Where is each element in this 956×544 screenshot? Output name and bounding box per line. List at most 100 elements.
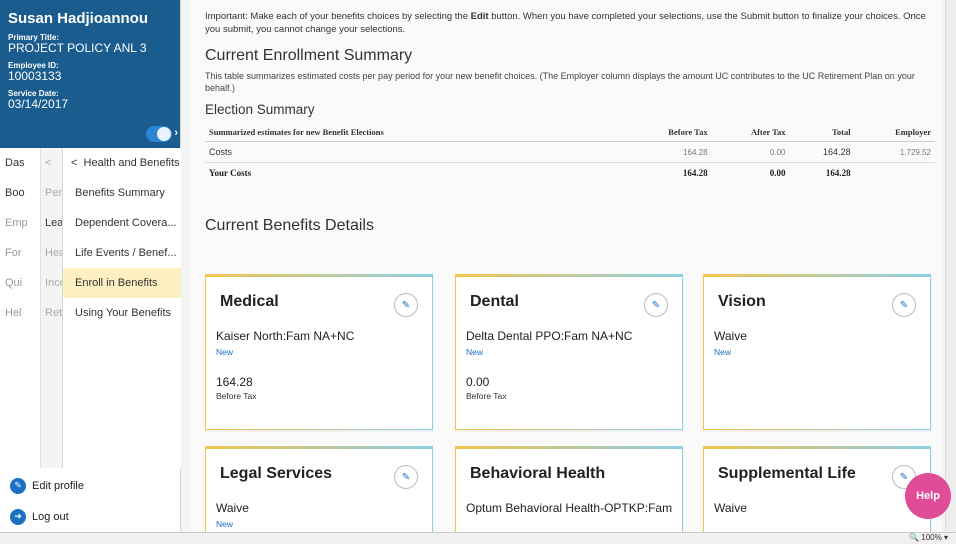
service-date: 03/14/2017	[8, 97, 69, 111]
vertical-scrollbar[interactable]	[945, 0, 956, 532]
cell-before-tax: 164.28	[682, 168, 708, 178]
nav-column-main: Das Boo Emp For Qui Hel	[0, 148, 40, 468]
zoom-level: 100%	[921, 533, 942, 542]
nav-item-using-benefits[interactable]: Using Your Benefits	[63, 298, 181, 328]
nav-column-health: < Health and Benefits Benefits Summary D…	[62, 148, 181, 468]
card-plan: Waive	[714, 329, 747, 343]
important-notice: Important: Make each of your benefits ch…	[205, 10, 927, 36]
main-content: Important: Make each of your benefits ch…	[191, 0, 941, 532]
profile-panel: Susan Hadjioannou Primary Title: PROJECT…	[0, 0, 180, 148]
nav-item-leave[interactable]: Leav	[41, 208, 62, 238]
card-new-label: New	[216, 347, 234, 357]
card-tax: Before Tax	[216, 391, 257, 401]
benefits-details-title: Current Benefits Details	[205, 217, 374, 234]
card-medical: Medical ✎ Kaiser North:Fam NA+NC New 164…	[205, 274, 433, 430]
chevron-right-icon: ›	[174, 127, 178, 139]
pencil-icon: ✎	[401, 471, 411, 483]
pencil-icon: ✎	[401, 299, 411, 311]
col-header-after-tax: After Tax	[711, 123, 790, 142]
log-out-label: Log out	[32, 510, 69, 523]
nav-item-dashboard[interactable]: Das	[0, 148, 40, 178]
edit-button[interactable]: ✎	[892, 293, 916, 317]
logout-icon: ➜	[10, 508, 26, 525]
card-plan: Kaiser North:Fam NA+NC	[216, 329, 355, 343]
chevron-left-icon: <	[71, 157, 84, 169]
edit-button[interactable]: ✎	[394, 465, 418, 489]
nav-item-help[interactable]: Hel	[0, 298, 40, 328]
card-new-label: New	[466, 347, 484, 357]
edit-button[interactable]: ✎	[644, 293, 668, 317]
enrollment-summary-title: Current Enrollment Summary	[205, 47, 413, 64]
primary-title: PROJECT POLICY ANL 3	[8, 41, 147, 55]
nav-header-health-benefits[interactable]: < Health and Benefits	[63, 148, 181, 178]
pencil-icon: ✎	[899, 299, 909, 311]
edit-button[interactable]: ✎	[394, 293, 418, 317]
nav-back-icon[interactable]: <	[41, 148, 62, 178]
cell-total: 164.28	[789, 141, 855, 163]
card-plan: Waive	[714, 501, 747, 515]
nav-item-benefits-summary[interactable]: Benefits Summary	[63, 178, 181, 208]
col-header-description: Summarized estimates for new Benefit Ele…	[205, 123, 625, 142]
employee-id: 10003133	[8, 69, 62, 83]
col-header-before-tax: Before Tax	[625, 123, 712, 142]
pencil-icon: ✎	[899, 471, 909, 483]
card-title: Behavioral Health	[470, 465, 606, 482]
edit-profile-label: Edit profile	[32, 479, 84, 492]
nav-header-label: Health and Benefits	[83, 157, 180, 169]
nav-item-quick[interactable]: Qui	[0, 268, 40, 298]
nav-item-forms[interactable]: For	[0, 238, 40, 268]
nav-column-sub: < Pers Leav Hea Inco Reti	[40, 148, 62, 468]
help-button[interactable]: Help	[905, 473, 951, 519]
election-summary-table: Summarized estimates for new Benefit Ele…	[205, 123, 935, 183]
status-bar: 🔍 100% ▾	[0, 532, 956, 544]
cell-before-tax: 164.28	[625, 141, 712, 163]
card-plan: Waive	[216, 501, 249, 515]
card-amount: 164.28	[216, 375, 253, 389]
nav-item-income[interactable]: Inco	[41, 268, 62, 298]
card-behavioral: Behavioral Health Optum Behavioral Healt…	[455, 446, 683, 532]
card-plan: Delta Dental PPO:Fam NA+NC	[466, 329, 633, 343]
enrollment-summary-desc: This table summarizes estimated costs pe…	[205, 71, 915, 93]
notice-text-pre: Important: Make each of your benefits ch…	[205, 11, 471, 22]
magnifier-icon: 🔍	[909, 533, 920, 542]
cell-after-tax: 0.00	[769, 168, 786, 178]
col-header-employer: Employer	[854, 123, 935, 142]
bottom-links: ✎ Edit profile ➜ Log out	[0, 470, 181, 532]
cell-after-tax: 0.00	[711, 141, 790, 163]
notice-text-edit: Edit	[470, 11, 489, 22]
nav-item-life-events[interactable]: Life Events / Benef...	[63, 238, 181, 268]
cell-label: Costs	[205, 141, 625, 163]
table-header-row: Summarized estimates for new Benefit Ele…	[205, 123, 935, 142]
nav-item-enroll-benefits[interactable]: Enroll in Benefits	[63, 268, 181, 298]
pencil-icon: ✎	[10, 477, 26, 494]
profile-toggle[interactable]: ›	[146, 126, 178, 142]
edit-profile-link[interactable]: ✎ Edit profile	[0, 470, 181, 501]
nav-item-health[interactable]: Hea	[41, 238, 62, 268]
pencil-icon: ✎	[651, 299, 661, 311]
election-summary-title: Election Summary	[205, 102, 315, 117]
nav-item-bookmarks[interactable]: Boo	[0, 178, 40, 208]
cell-label: Your Costs	[209, 168, 252, 178]
nav-item-retirement[interactable]: Reti	[41, 298, 62, 328]
card-vision: Vision ✎ Waive New	[703, 274, 931, 430]
log-out-link[interactable]: ➜ Log out	[0, 501, 181, 532]
nav-item-personal[interactable]: Pers	[41, 178, 62, 208]
nav-item-dependent-coverage[interactable]: Dependent Covera...	[63, 208, 181, 238]
cell-employer	[855, 163, 935, 184]
cell-employer: 1,729.52	[854, 141, 935, 163]
nav-menu: Das Boo Emp For Qui Hel < Pers Leav Hea …	[0, 148, 181, 468]
card-amount: 0.00	[466, 375, 490, 389]
user-name: Susan Hadjioannou	[8, 10, 149, 27]
card-dental: Dental ✎ Delta Dental PPO:Fam NA+NC New …	[455, 274, 683, 430]
card-supplemental-life: Supplemental Life ✎ Waive	[703, 446, 931, 532]
card-plan: Optum Behavioral Health-OPTKP:Fam	[466, 501, 673, 515]
table-row: Your Costs 164.28 0.00 164.28	[205, 163, 935, 184]
sidebar: Susan Hadjioannou Primary Title: PROJECT…	[0, 0, 181, 532]
card-new-label: New	[216, 519, 234, 529]
table-row: Costs 164.28 0.00 164.28 1,729.52	[205, 141, 935, 163]
cell-total: 164.28	[825, 168, 851, 178]
nav-item-employment[interactable]: Emp	[0, 208, 40, 238]
col-header-total: Total	[789, 123, 855, 142]
card-legal: Legal Services ✎ Waive New	[205, 446, 433, 532]
zoom-control[interactable]: 🔍 100% ▾	[909, 533, 948, 542]
